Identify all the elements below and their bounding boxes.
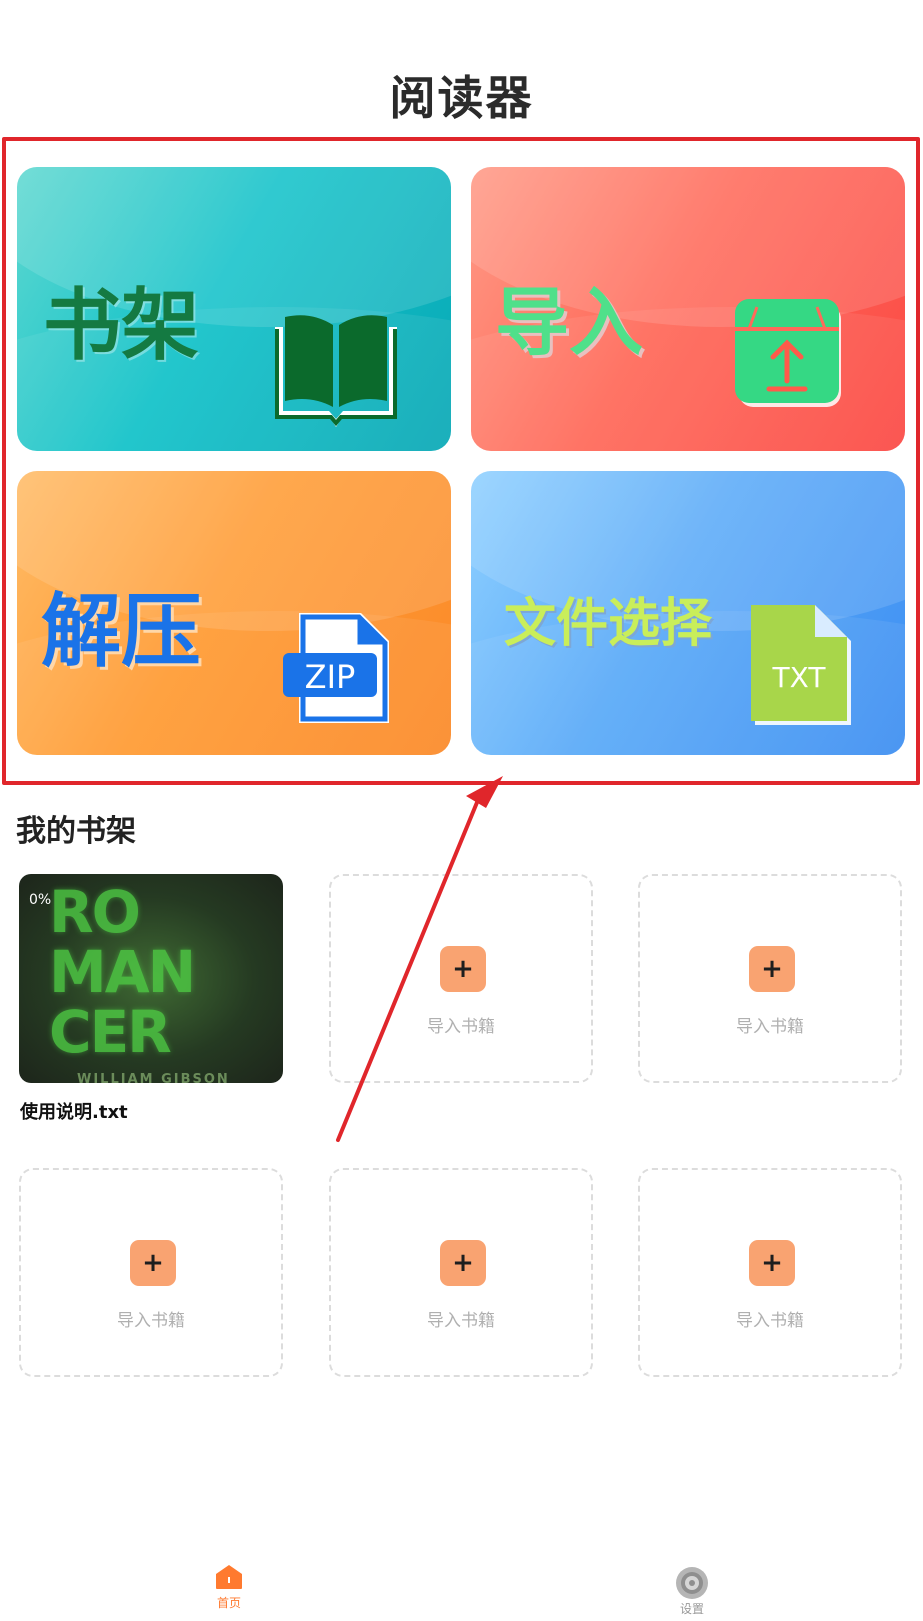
file-select-card-label: 文件选择 [504, 594, 713, 654]
plus-icon: + [440, 1240, 486, 1286]
book-cover[interactable]: 0% RO MAN CER WILLIAM GIBSON [19, 874, 283, 1083]
txt-file-icon: TXT [751, 605, 851, 725]
import-book-label: 导入书籍 [427, 1311, 495, 1331]
zip-icon-text: ZIP [305, 658, 356, 696]
cover-author-text: WILLIAM GIBSON [77, 1072, 230, 1083]
import-book-slot[interactable]: + 导入书籍 [329, 1168, 593, 1377]
bottom-tab-bar: 首页 设置 [0, 1550, 923, 1621]
bookshelf-card-label: 书架 [43, 281, 200, 371]
plus-icon: + [440, 946, 486, 992]
import-book-label: 导入书籍 [117, 1311, 185, 1331]
my-bookshelf-heading: 我的书架 [16, 814, 136, 849]
zip-file-icon: ZIP [283, 613, 389, 723]
import-book-label: 导入书籍 [736, 1311, 804, 1331]
import-book-slot[interactable]: + 导入书籍 [638, 1168, 902, 1377]
plus-icon: + [749, 1240, 795, 1286]
import-book-label: 导入书籍 [427, 1017, 495, 1037]
txt-icon-text: TXT [772, 661, 827, 694]
page-title: 阅读器 [389, 71, 534, 125]
book-icon [275, 315, 397, 427]
import-box-icon [735, 299, 841, 407]
tab-home-label: 首页 [216, 1596, 241, 1610]
import-book-slot[interactable]: + 导入书籍 [329, 874, 593, 1083]
book-title[interactable]: 使用说明.txt [20, 1098, 128, 1124]
unzip-card-label: 解压 [41, 585, 201, 678]
import-book-label: 导入书籍 [736, 1017, 804, 1037]
plus-icon: + [749, 946, 795, 992]
reading-progress: 0% [29, 892, 52, 908]
tab-settings-label: 设置 [679, 1602, 704, 1616]
import-book-slot[interactable]: + 导入书籍 [19, 1168, 283, 1377]
plus-icon: + [130, 1240, 176, 1286]
tab-home[interactable]: 首页 [169, 1550, 289, 1621]
home-icon [216, 1565, 242, 1589]
tab-settings[interactable]: 设置 [632, 1550, 752, 1621]
settings-icon [676, 1567, 708, 1599]
cover-art-text: RO MAN CER [49, 878, 196, 1066]
import-book-slot[interactable]: + 导入书籍 [638, 874, 902, 1083]
import-card-label: 导入 [495, 280, 643, 366]
